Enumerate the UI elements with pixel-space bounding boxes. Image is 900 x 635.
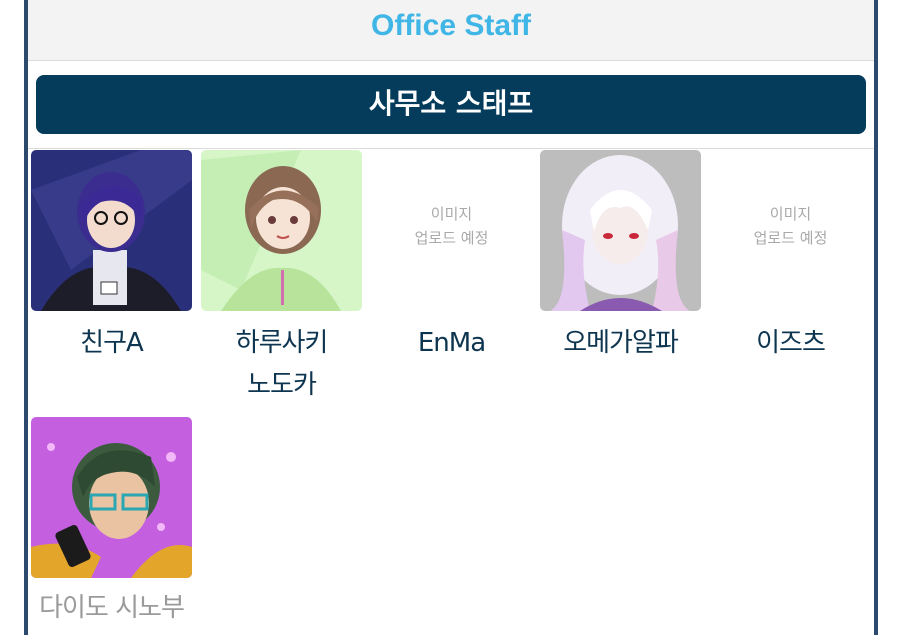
staff-name-line1[interactable]: 하루사키 [201, 322, 362, 364]
staff-name[interactable]: 친구A [31, 322, 192, 364]
staff-portrait-icon [540, 150, 701, 311]
placeholder-text: 이미지 업로드 예정 [710, 202, 871, 250]
placeholder-line2: 업로드 예정 [753, 229, 828, 247]
placeholder-line2: 업로드 예정 [414, 229, 489, 247]
staff-name[interactable]: 이즈츠 [710, 322, 871, 364]
staff-image[interactable] [31, 150, 192, 311]
section-title: 사무소 스태프 [368, 87, 534, 120]
divider [28, 148, 874, 149]
staff-name[interactable]: EnMa [371, 322, 532, 364]
staff-image-placeholder: 이미지 업로드 예정 [371, 150, 532, 311]
staff-image[interactable] [540, 150, 701, 311]
staff-image[interactable] [31, 417, 192, 578]
staff-portrait-icon [201, 150, 362, 311]
staff-name[interactable]: 오메가알파 [540, 322, 701, 364]
staff-name-line2[interactable]: 노도카 [201, 364, 362, 406]
section-banner: 사무소 스태프 [36, 75, 866, 134]
placeholder-text: 이미지 업로드 예정 [371, 202, 532, 250]
content-frame: Office Staff 사무소 스태프 친구A 하루사키 노도카 이미지 업로… [24, 0, 878, 635]
staff-name[interactable]: 다이도 시노부 [31, 587, 192, 629]
staff-portrait-icon [31, 417, 192, 578]
staff-image-placeholder: 이미지 업로드 예정 [710, 150, 871, 311]
placeholder-line1: 이미지 [430, 205, 473, 223]
page-header: Office Staff [28, 0, 874, 61]
staff-image[interactable] [201, 150, 362, 311]
staff-portrait-icon [31, 150, 192, 311]
placeholder-line1: 이미지 [769, 205, 812, 223]
page-title: Office Staff [370, 9, 532, 42]
